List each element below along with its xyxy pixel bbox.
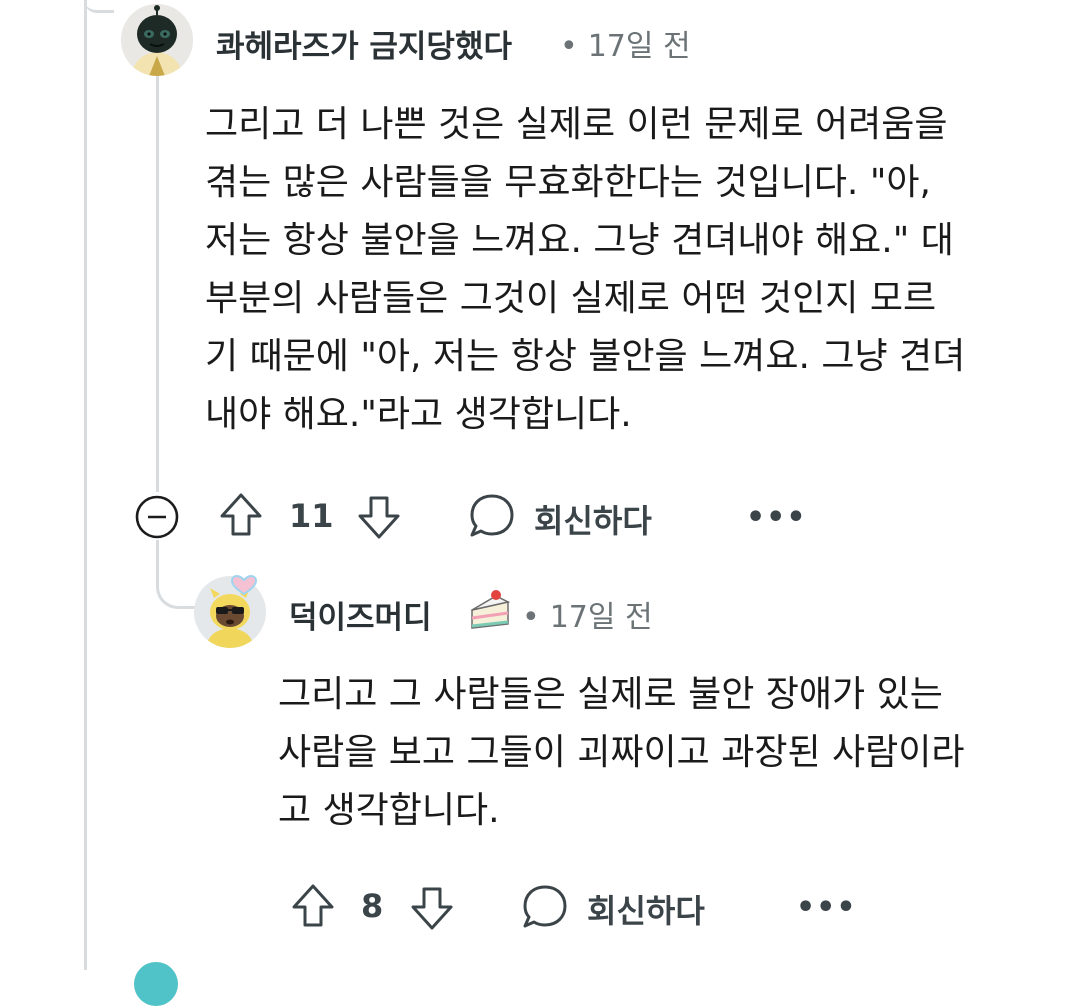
- downvote-icon[interactable]: [409, 883, 455, 933]
- separator-dot: •: [560, 29, 578, 64]
- upvote-icon[interactable]: [290, 881, 336, 931]
- heart-badge-icon: [231, 575, 257, 595]
- body-line: 그리고 더 나쁜 것은 실제로 이런 문제로 어려움을: [205, 104, 948, 145]
- body-line: 내야 해요."라고 생각합니다.: [205, 394, 632, 435]
- timestamp-text: 17일 전: [587, 29, 691, 64]
- timestamp: • 17일 전: [560, 21, 691, 65]
- body-line: 부분의 사람들은 그것이 실제로 어떤 것인지 모르: [205, 278, 937, 319]
- body-line: 그리고 그 사람들은 실제로 불안 장애가 있는: [278, 674, 943, 715]
- comment-body: 그리고 그 사람들은 실제로 불안 장애가 있는 사람을 보고 그들이 괴짜이고…: [278, 666, 965, 840]
- vote-count: 11: [289, 497, 334, 535]
- comment-bubble-icon[interactable]: [468, 492, 516, 540]
- body-line: 기 때문에 "아, 저는 항상 불안을 느껴요. 그냥 견뎌: [205, 336, 966, 377]
- top-connector: [84, 0, 114, 13]
- upvote-icon[interactable]: [218, 490, 264, 540]
- timestamp: • 17일 전: [522, 592, 653, 636]
- comment-bubble-icon[interactable]: [521, 883, 569, 931]
- cake-icon: [471, 590, 511, 629]
- downvote-icon[interactable]: [356, 492, 402, 542]
- avatar[interactable]: [121, 4, 193, 76]
- more-icon[interactable]: •••: [796, 890, 857, 925]
- reply-connector: [156, 540, 197, 609]
- outer-thread-line: [84, 0, 87, 970]
- body-line: 겪는 많은 사람들을 무효화한다는 것입니다. "아,: [205, 162, 931, 203]
- more-icon[interactable]: •••: [746, 500, 807, 535]
- body-line: 고 생각합니다.: [278, 790, 500, 831]
- timestamp-text: 17일 전: [549, 600, 653, 635]
- vote-count: 8: [361, 887, 384, 925]
- comment-thread-line: [156, 72, 159, 492]
- reply-button[interactable]: 회신하다: [534, 496, 652, 542]
- separator-dot: •: [522, 600, 540, 635]
- collapse-icon[interactable]: [134, 494, 180, 540]
- next-avatar-partial: [134, 962, 178, 1006]
- username[interactable]: 덕이즈머디: [289, 592, 432, 637]
- username[interactable]: 콰헤라즈가 금지당했다: [216, 21, 512, 66]
- body-line: 저는 항상 불안을 느껴요. 그냥 견뎌내야 해요." 대: [205, 220, 954, 261]
- reply-button[interactable]: 회신하다: [587, 886, 705, 932]
- body-line: 사람을 보고 그들이 괴짜이고 과장된 사람이라: [278, 732, 965, 773]
- comment-body: 그리고 더 나쁜 것은 실제로 이런 문제로 어려움을 겪는 많은 사람들을 무…: [205, 96, 965, 444]
